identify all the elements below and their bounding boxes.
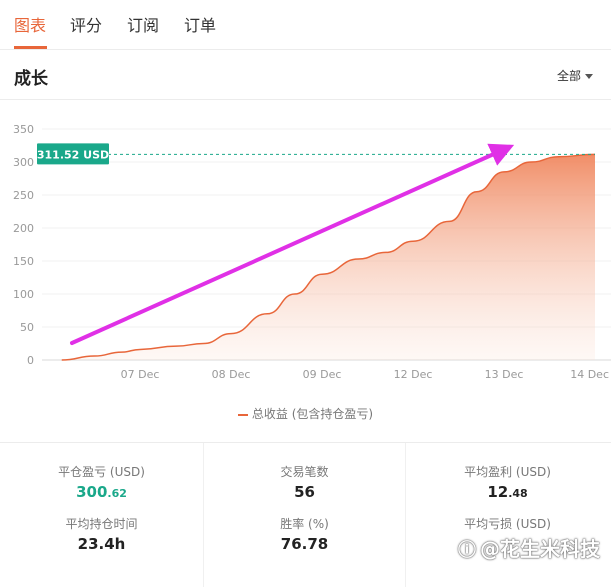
y-tick-label: 0 bbox=[27, 354, 34, 367]
tab-rating[interactable]: 评分 bbox=[70, 12, 102, 36]
stat-value-dec: .48 bbox=[508, 487, 528, 500]
stats-column-2: 交易笔数 56 胜率 (%) 76.78 bbox=[203, 443, 406, 587]
y-tick-label: 300 bbox=[13, 156, 34, 169]
stat-label-avg-loss: 平均亏损 (USD) bbox=[464, 517, 551, 531]
stats-column-1: 平仓盈亏 (USD) 300.62 平均持仓时间 23.4h bbox=[0, 443, 203, 587]
stats-column-3: 平均盈利 (USD) 12.48 平均亏损 (USD) bbox=[406, 443, 609, 587]
y-tick-label: 200 bbox=[13, 222, 34, 235]
legend-label: 总收益 (包含持仓盈亏) bbox=[251, 407, 374, 421]
section-title: 成长 bbox=[14, 69, 48, 89]
range-filter-label: 全部 bbox=[556, 69, 581, 83]
tab-chart[interactable]: 图表 bbox=[14, 12, 46, 36]
stat-label-avg-hold-time: 平均持仓时间 bbox=[65, 517, 138, 531]
stat-value-int: 300 bbox=[76, 483, 108, 501]
tab-subscription[interactable]: 订阅 bbox=[127, 12, 159, 36]
stat-value-trade-count: 56 bbox=[294, 483, 315, 501]
caret-down-icon bbox=[585, 74, 593, 79]
y-tick-label: 150 bbox=[13, 255, 34, 268]
stat-label-closed-pl: 平仓盈亏 (USD) bbox=[58, 465, 145, 479]
y-tick-label: 50 bbox=[20, 321, 34, 334]
range-filter-dropdown[interactable]: 全部 bbox=[557, 67, 593, 84]
stat-value-dec: .62 bbox=[107, 487, 127, 500]
x-tick-label: 08 Dec bbox=[212, 368, 251, 381]
x-tick-label: 09 Dec bbox=[303, 368, 342, 381]
y-tick-label: 100 bbox=[13, 288, 34, 301]
x-tick-label: 12 Dec bbox=[394, 368, 433, 381]
y-tick-label: 350 bbox=[13, 123, 34, 136]
stat-label-win-rate: 胜率 (%) bbox=[280, 517, 329, 531]
watermark-text: @花生米科技 bbox=[480, 537, 600, 561]
stat-value-avg-hold-time: 23.4h bbox=[77, 535, 126, 553]
x-tick-label: 07 Dec bbox=[121, 368, 160, 381]
stat-value-closed-pl: 300.62 bbox=[0, 483, 203, 501]
tab-bar: 图表 评分 订阅 订单 bbox=[0, 0, 611, 50]
section-header: 成长 全部 bbox=[0, 50, 611, 100]
stat-value-int: 12 bbox=[487, 483, 509, 501]
x-tick-label: 14 Dec bbox=[570, 368, 609, 381]
brand-logo-icon: ⓘ bbox=[458, 540, 476, 561]
chart-legend[interactable]: 总收益 (包含持仓盈亏) bbox=[0, 405, 611, 422]
x-tick-label: 13 Dec bbox=[485, 368, 524, 381]
y-tick-label: 250 bbox=[13, 189, 34, 202]
tab-orders[interactable]: 订单 bbox=[184, 12, 216, 36]
stat-label-avg-profit: 平均盈利 (USD) bbox=[464, 465, 551, 479]
growth-chart: 0 50 100 150 200 250 300 350 07 Dec 08 Dec 09 Dec 1… bbox=[0, 112, 611, 392]
stats-panel: 平仓盈亏 (USD) 300.62 平均持仓时间 23.4h 交易笔数 56 胜… bbox=[0, 442, 611, 587]
growth-chart-svg: 0 50 100 150 200 250 300 350 07 Dec 08 Dec 09 Dec 1… bbox=[13, 123, 611, 381]
stat-value-avg-profit: 12.48 bbox=[406, 483, 609, 501]
watermark: ⓘ @花生米科技 bbox=[458, 533, 600, 562]
marker-label: 311.52 USD bbox=[37, 148, 109, 161]
active-tab-indicator bbox=[14, 46, 47, 49]
stat-value-win-rate: 76.78 bbox=[280, 535, 329, 553]
stat-label-trade-count: 交易笔数 bbox=[280, 465, 329, 479]
series-area-fill bbox=[61, 154, 596, 360]
legend-swatch bbox=[237, 413, 248, 416]
